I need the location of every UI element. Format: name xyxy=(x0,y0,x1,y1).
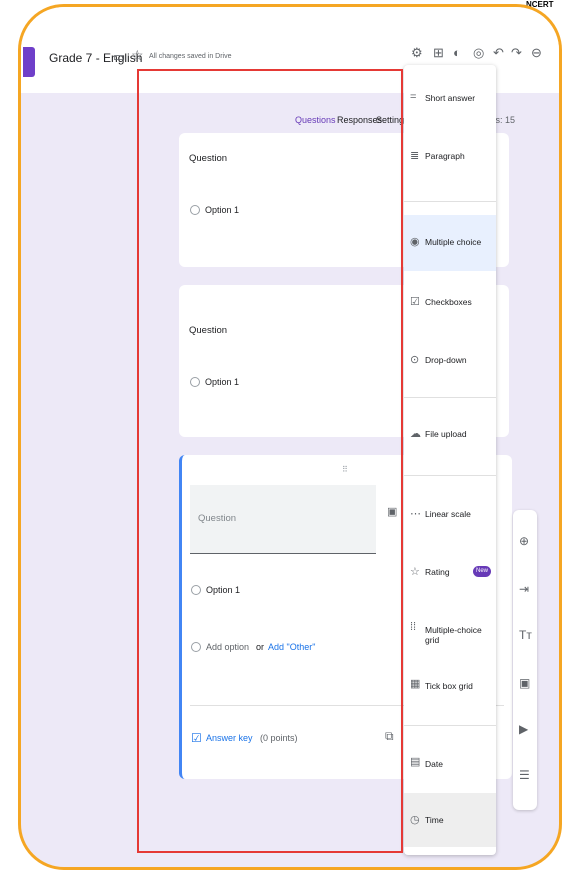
form-title[interactable]: Grade 7 - English xyxy=(49,51,142,65)
dropdown-icon: ⊙ xyxy=(410,354,420,366)
menu-item-paragraph[interactable]: ≣ Paragraph xyxy=(404,137,496,189)
preview-icon[interactable]: ◎ xyxy=(473,45,484,61)
radio-icon: ◉ xyxy=(410,236,420,248)
add-video-icon[interactable]: ▶ xyxy=(519,722,528,736)
menu-label: Time xyxy=(425,815,444,825)
total-points: ts: 15 xyxy=(493,115,516,125)
menu-label: Tick box grid xyxy=(425,681,473,691)
menu-label: Multiple-choice grid xyxy=(425,625,482,645)
grid-check-icon: ▦ xyxy=(410,678,421,690)
link-icon[interactable]: ⊖ xyxy=(531,45,542,61)
forms-logo-icon xyxy=(23,47,35,77)
menu-item-rating[interactable]: ☆ Rating New xyxy=(404,547,496,599)
star-icon[interactable]: ☆ xyxy=(131,47,144,64)
menu-label: Linear scale xyxy=(425,509,471,519)
menu-item-short-answer[interactable]: = Short answer xyxy=(404,73,496,125)
calendar-icon: ▤ xyxy=(410,756,421,768)
palette-icon[interactable]: ◐ xyxy=(453,45,461,60)
menu-label: Rating xyxy=(425,567,450,577)
menu-label: Date xyxy=(425,759,443,769)
menu-label: Multiple choice xyxy=(425,237,482,247)
paragraph-icon: ≣ xyxy=(410,150,420,162)
menu-item-multiple-choice[interactable]: ◉ Multiple choice xyxy=(404,215,496,271)
add-title-icon[interactable]: Tт xyxy=(519,628,532,642)
menu-divider xyxy=(404,475,496,476)
menu-item-multiple-choice-grid[interactable]: ⁞⁞ Multiple-choice grid xyxy=(404,605,496,657)
add-section-icon[interactable]: ☰ xyxy=(519,768,530,782)
question-type-menu: = Short answer ≣ Paragraph ◉ Multiple ch… xyxy=(404,65,496,855)
cloud-upload-icon: ☁ xyxy=(410,428,421,440)
menu-item-checkboxes[interactable]: ☑ Checkboxes xyxy=(404,277,496,329)
menu-label: Checkboxes xyxy=(425,297,472,307)
menu-item-file-upload[interactable]: ☁ File upload xyxy=(404,411,496,463)
menu-label: Paragraph xyxy=(425,151,465,161)
highlight-box xyxy=(137,69,403,853)
folder-icon[interactable]: ▭ xyxy=(113,49,125,65)
linear-scale-icon: ⋯ xyxy=(410,508,421,520)
addon-icon[interactable]: ⚙ xyxy=(411,45,423,61)
add-question-icon[interactable]: ⊕ xyxy=(519,534,529,548)
menu-divider xyxy=(404,725,496,726)
redo-icon[interactable]: ↷ xyxy=(511,45,522,61)
menu-label: Short answer xyxy=(425,93,476,103)
menu-item-time[interactable]: ◷ Time xyxy=(404,793,496,847)
save-status: All changes saved in Drive xyxy=(149,53,232,60)
menu-item-date[interactable]: ▤ Date xyxy=(404,739,496,791)
new-badge: New xyxy=(473,566,491,577)
menu-divider xyxy=(404,397,496,398)
undo-icon[interactable]: ↶ xyxy=(493,45,504,61)
add-image-icon[interactable]: ▣ xyxy=(519,676,530,690)
short-answer-icon: = xyxy=(410,91,417,103)
menu-item-linear-scale[interactable]: ⋯ Linear scale xyxy=(404,489,496,541)
star-icon: ☆ xyxy=(410,566,420,578)
menu-item-drop-down[interactable]: ⊙ Drop-down xyxy=(404,335,496,387)
menu-label: Drop-down xyxy=(425,355,467,365)
menu-divider xyxy=(404,201,496,202)
add-content-icon[interactable]: ⊞ xyxy=(433,45,444,61)
menu-label: File upload xyxy=(425,429,467,439)
menu-item-tick-box-grid[interactable]: ▦ Tick box grid xyxy=(404,661,496,713)
checkbox-icon: ☑ xyxy=(410,296,420,308)
grid-dots-icon: ⁞⁞ xyxy=(410,621,417,633)
clock-icon: ◷ xyxy=(410,814,420,826)
import-questions-icon[interactable]: ⇥ xyxy=(519,582,529,596)
floating-toolbar: ⊕ ⇥ Tт ▣ ▶ ☰ xyxy=(513,510,537,810)
